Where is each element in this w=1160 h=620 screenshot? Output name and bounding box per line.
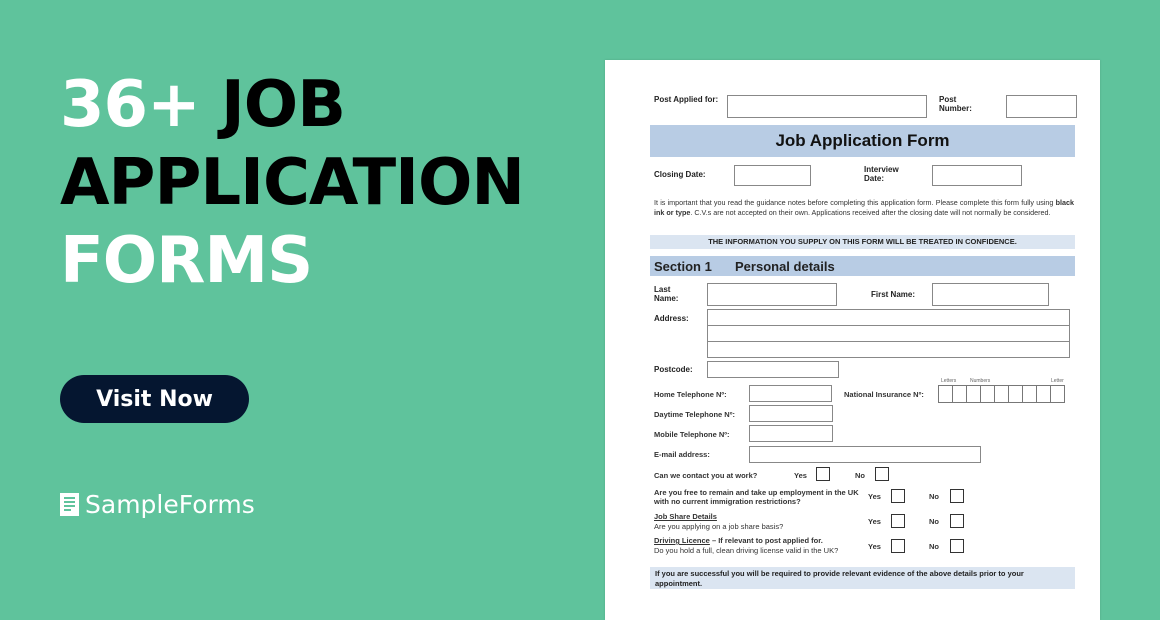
last-name-field xyxy=(707,283,837,306)
section-title: Personal details xyxy=(735,259,835,274)
confidence-notice: THE INFORMATION YOU SUPPLY ON THIS FORM … xyxy=(650,235,1075,249)
mobile-tel-label: Mobile Telephone Nº: xyxy=(654,430,730,439)
guidance-pre: It is important that you read the guidan… xyxy=(654,198,1056,207)
evidence-notice: If you are successful you will be requir… xyxy=(650,567,1075,589)
form-preview: Post Applied for: Post Number: Job Appli… xyxy=(605,60,1100,620)
last-name-label: Last Name: xyxy=(654,285,679,303)
immigration-question: Are you free to remain and take up emplo… xyxy=(654,488,859,506)
post-number-field xyxy=(1006,95,1077,118)
immigration-no-label: No xyxy=(929,492,939,501)
address-line-3 xyxy=(707,341,1070,358)
headline-job: JOB xyxy=(220,68,346,142)
post-applied-field xyxy=(727,95,927,118)
driving-no-checkbox xyxy=(950,539,964,553)
daytime-tel-field xyxy=(749,405,833,422)
email-field xyxy=(749,446,981,463)
guidance-post: . C.V.s are not accepted on their own. A… xyxy=(690,208,1051,217)
address-line-2 xyxy=(707,325,1070,342)
driving-heading-suffix: – If relevant to post applied for. xyxy=(709,536,823,545)
post-applied-label: Post Applied for: xyxy=(654,95,719,104)
brand-logo[interactable]: SampleForms xyxy=(60,490,255,519)
headline: 36+ JOB APPLICATION FORMS xyxy=(60,66,525,300)
address-line-1 xyxy=(707,309,1070,326)
job-share-heading-text: Job Share Details xyxy=(654,512,717,521)
first-name-label: First Name: xyxy=(871,290,916,299)
driving-heading: Driving Licence – If relevant to post ap… xyxy=(654,536,823,545)
contact-work-yes-label: Yes xyxy=(794,471,807,480)
contact-work-yes-checkbox xyxy=(816,467,830,481)
post-number-label: Post Number: xyxy=(939,95,972,113)
job-share-no-checkbox xyxy=(950,514,964,528)
headline-application: APPLICATION xyxy=(60,146,525,220)
home-tel-label: Home Telephone Nº: xyxy=(654,390,727,399)
contact-work-no-label: No xyxy=(855,471,865,480)
first-name-field xyxy=(932,283,1049,306)
address-label: Address: xyxy=(654,314,689,323)
interview-date-label: Interview Date: xyxy=(864,165,899,183)
headline-count: 36+ xyxy=(60,68,201,142)
immigration-no-checkbox xyxy=(950,489,964,503)
guidance-text: It is important that you read the guidan… xyxy=(654,198,1074,218)
job-share-yes-checkbox xyxy=(891,514,905,528)
driving-heading-text: Driving Licence xyxy=(654,536,710,545)
driving-yes-checkbox xyxy=(891,539,905,553)
section-number: Section 1 xyxy=(654,259,712,274)
job-share-heading: Job Share Details xyxy=(654,512,717,521)
contact-work-question: Can we contact you at work? xyxy=(654,471,758,480)
job-share-yes-label: Yes xyxy=(868,517,881,526)
headline-forms: FORMS xyxy=(60,224,313,298)
brand-name: SampleForms xyxy=(85,490,255,519)
mobile-tel-field xyxy=(749,425,833,442)
interview-date-field xyxy=(932,165,1022,186)
section-header: Section 1 Personal details xyxy=(650,256,1075,276)
email-label: E-mail address: xyxy=(654,450,710,459)
immigration-yes-checkbox xyxy=(891,489,905,503)
postcode-field xyxy=(707,361,839,378)
postcode-label: Postcode: xyxy=(654,365,693,374)
job-share-question: Are you applying on a job share basis? xyxy=(654,522,784,531)
closing-date-label: Closing Date: xyxy=(654,170,706,179)
immigration-yes-label: Yes xyxy=(868,492,881,501)
ni-numbers-label: Numbers xyxy=(970,378,991,384)
driving-question: Do you hold a full, clean driving licens… xyxy=(654,546,839,555)
home-tel-field xyxy=(749,385,832,402)
contact-work-no-checkbox xyxy=(875,467,889,481)
form-title: Job Application Form xyxy=(650,125,1075,157)
visit-now-button[interactable]: Visit Now xyxy=(60,375,249,423)
driving-yes-label: Yes xyxy=(868,542,881,551)
closing-date-field xyxy=(734,165,811,186)
ni-boxes xyxy=(938,385,1065,403)
ni-letter-label: Letter xyxy=(1051,378,1064,384)
ni-letters-label: Letters xyxy=(941,378,957,384)
daytime-tel-label: Daytime Telephone Nº: xyxy=(654,410,735,419)
job-share-no-label: No xyxy=(929,517,939,526)
document-icon xyxy=(60,493,79,516)
ni-label: National Insurance Nº: xyxy=(844,390,924,399)
driving-no-label: No xyxy=(929,542,939,551)
